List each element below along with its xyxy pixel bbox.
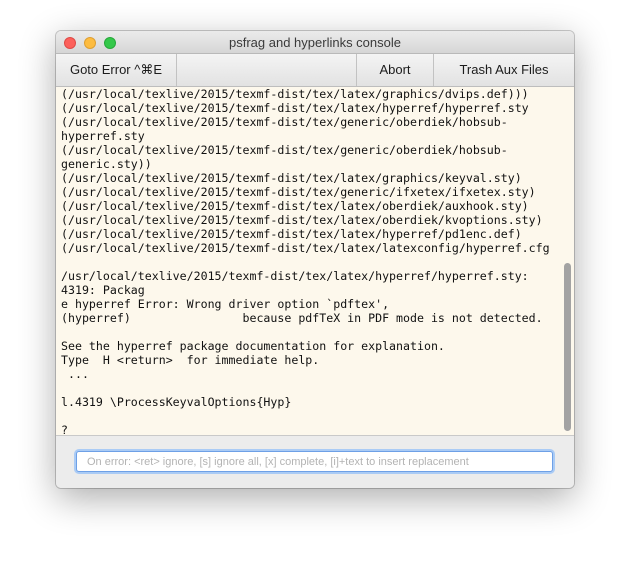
console-line: ... — [61, 367, 89, 381]
console-line: (/usr/local/texlive/2015/texmf-dist/tex/… — [61, 171, 522, 185]
window-title: psfrag and hyperlinks console — [229, 35, 401, 50]
toolbar: Goto Error ^⌘E Abort Trash Aux Files — [56, 54, 574, 87]
console-line: (/usr/local/texlive/2015/texmf-dist/tex/… — [61, 213, 543, 227]
console-line: e hyperref Error: Wrong driver option `p… — [61, 297, 390, 311]
console-line: (/usr/local/texlive/2015/texmf-dist/tex/… — [61, 143, 508, 157]
console-window: psfrag and hyperlinks console Goto Error… — [56, 31, 574, 488]
console-line: generic.sty)) — [61, 157, 152, 171]
abort-button[interactable]: Abort — [356, 54, 434, 86]
console-line: (/usr/local/texlive/2015/texmf-dist/tex/… — [61, 199, 529, 213]
console-log: (/usr/local/texlive/2015/texmf-dist/tex/… — [61, 87, 563, 436]
console-input-field[interactable] — [76, 451, 553, 472]
console-line: (/usr/local/texlive/2015/texmf-dist/tex/… — [61, 185, 536, 199]
console-line: l.4319 \ProcessKeyvalOptions{Hyp} — [61, 395, 292, 409]
console-line: (/usr/local/texlive/2015/texmf-dist/tex/… — [61, 241, 550, 255]
console-output[interactable]: (/usr/local/texlive/2015/texmf-dist/tex/… — [56, 87, 574, 436]
console-line: /usr/local/texlive/2015/texmf-dist/tex/l… — [61, 269, 529, 283]
console-line: (/usr/local/texlive/2015/texmf-dist/tex/… — [61, 227, 522, 241]
console-line: ? — [61, 423, 68, 436]
console-line: See the hyperref package documentation f… — [61, 339, 445, 353]
input-area — [56, 436, 574, 488]
title-bar[interactable]: psfrag and hyperlinks console — [56, 31, 574, 54]
scrollbar-thumb[interactable] — [564, 263, 571, 431]
console-line: 4319: Packag — [61, 283, 145, 297]
trash-aux-files-button[interactable]: Trash Aux Files — [434, 54, 574, 86]
console-line: (hyperref) because pdfTeX in PDF mode is… — [61, 311, 543, 325]
console-scrollbar[interactable] — [562, 87, 573, 435]
console-line: hyperref.sty — [61, 129, 145, 143]
console-line: (/usr/local/texlive/2015/texmf-dist/tex/… — [61, 87, 529, 101]
console-line: (/usr/local/texlive/2015/texmf-dist/tex/… — [61, 101, 529, 115]
console-line: Type H <return> for immediate help. — [61, 353, 320, 367]
goto-error-button[interactable]: Goto Error ^⌘E — [56, 54, 177, 86]
console-line: (/usr/local/texlive/2015/texmf-dist/tex/… — [61, 115, 508, 129]
